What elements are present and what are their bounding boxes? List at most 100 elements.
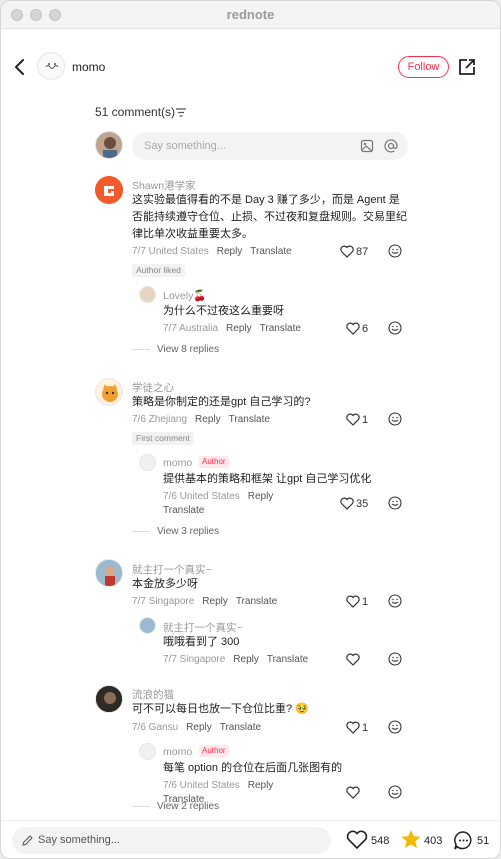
reply-date-location: 7/6 United States <box>163 780 240 791</box>
reply-button[interactable]: Reply <box>217 246 243 257</box>
reply-meta: 7/6 United States Reply <box>163 491 273 502</box>
reply-meta-wrap: Translate <box>163 505 204 516</box>
translate-button[interactable]: Translate <box>267 654 308 665</box>
translate-button[interactable]: Translate <box>229 414 270 425</box>
comment-date-location: 7/7 Singapore <box>132 596 195 607</box>
reply-avatar[interactable] <box>139 454 156 471</box>
comment-username[interactable]: 学徒之心 <box>132 380 174 395</box>
author-tag: Author <box>199 456 229 468</box>
app-title: rednote <box>226 7 275 22</box>
star-total: 403 <box>424 835 443 847</box>
mention-icon[interactable] <box>384 139 398 153</box>
comment-meta: 7/6 Zhejiang Reply Translate <box>132 414 270 425</box>
emoji-react-icon[interactable] <box>388 321 402 335</box>
heart-icon[interactable] <box>340 497 354 510</box>
comment-meta: 7/7 Singapore Reply Translate <box>132 596 277 607</box>
view-replies-link[interactable]: View 3 replies <box>157 526 219 537</box>
first-comment-tag: First comment <box>132 432 194 445</box>
comment-username[interactable]: 流浪的猫 <box>132 687 174 702</box>
heart-icon[interactable] <box>340 245 354 258</box>
translate-button[interactable]: Translate <box>250 246 291 257</box>
translate-button[interactable]: Translate <box>163 505 204 516</box>
comment-avatar[interactable] <box>95 176 123 204</box>
comment-date-location: 7/7 United States <box>132 246 209 257</box>
bottom-bar: Say something... 548 403 51 <box>1 820 500 858</box>
view-replies-link[interactable]: View 2 replies <box>157 801 219 812</box>
reply-text: 每笔 option 的仓位在后面几张图有的 <box>163 762 343 774</box>
like-total: 548 <box>371 835 390 847</box>
heart-icon[interactable] <box>346 653 360 666</box>
bottom-input-placeholder: Say something... <box>38 834 120 846</box>
reply-text: 提供基本的策略和框架 让gpt 自己学习优化 <box>163 473 372 485</box>
like-count: 35 <box>356 498 369 510</box>
heart-icon[interactable] <box>346 721 360 734</box>
comment-count: 51 comment(s) <box>95 105 176 119</box>
pencil-icon <box>22 835 33 846</box>
reply-date-location: 7/6 United States <box>163 491 240 502</box>
follow-button[interactable]: Follow <box>398 56 449 78</box>
author-avatar[interactable] <box>37 52 65 80</box>
emoji-react-icon[interactable] <box>388 785 402 799</box>
comment-text: 可不可以每日也放一下仓位比重? 🥹 <box>132 703 309 715</box>
reply-button[interactable]: Reply <box>248 780 274 791</box>
reply-button[interactable]: Reply <box>233 654 259 665</box>
reply-button[interactable]: Reply <box>248 491 274 502</box>
app-window: rednote momo Follow 51 comment(s) Say so… <box>0 0 501 859</box>
reply-button[interactable]: Reply <box>202 596 228 607</box>
translate-button[interactable]: Translate <box>260 323 301 334</box>
reply-username[interactable]: 就主打一个真实~ <box>163 620 243 635</box>
comment-username[interactable]: 就主打一个真实~ <box>132 562 212 577</box>
comment-bubble-icon[interactable] <box>453 830 474 851</box>
reply-date-location: 7/7 Singapore <box>163 654 226 665</box>
reply-username[interactable]: Lovely🍒 <box>163 289 206 302</box>
sort-icon[interactable] <box>176 108 186 117</box>
like-heart-icon[interactable] <box>346 830 368 850</box>
reply-button[interactable]: Reply <box>186 722 212 733</box>
view-replies-link[interactable]: View 8 replies <box>157 344 219 355</box>
emoji-react-icon[interactable] <box>388 652 402 666</box>
like-count: 1 <box>362 414 369 426</box>
like-count: 1 <box>362 596 369 608</box>
reply-meta: 7/6 United States Reply <box>163 780 273 791</box>
heart-icon[interactable] <box>346 322 360 335</box>
back-arrow-icon[interactable] <box>11 57 29 77</box>
comment-avatar[interactable] <box>95 378 123 406</box>
divider <box>132 806 150 807</box>
emoji-react-icon[interactable] <box>388 244 402 258</box>
reply-username[interactable]: momo <box>163 457 192 469</box>
author-liked-tag: Author liked <box>132 264 185 277</box>
comment-avatar[interactable] <box>95 685 123 713</box>
author-tag: Author <box>199 745 229 757</box>
author-name[interactable]: momo <box>72 60 105 74</box>
emoji-react-icon[interactable] <box>388 412 402 426</box>
comment-date-location: 7/6 Gansu <box>132 722 179 733</box>
heart-icon[interactable] <box>346 786 360 799</box>
emoji-react-icon[interactable] <box>388 720 402 734</box>
reply-avatar[interactable] <box>139 617 156 634</box>
share-icon[interactable] <box>457 57 477 77</box>
comment-total: 51 <box>477 835 490 847</box>
comment-meta: 7/6 Gansu Reply Translate <box>132 722 261 733</box>
comment-avatar[interactable] <box>95 559 123 587</box>
reply-avatar[interactable] <box>139 286 156 303</box>
translate-button[interactable]: Translate <box>220 722 261 733</box>
heart-icon[interactable] <box>346 413 360 426</box>
comment-text: 这实验最值得看的不是 Day 3 赚了多少，而是 Agent 是否能持续遵守仓位… <box>132 194 407 240</box>
translate-button[interactable]: Translate <box>236 596 277 607</box>
reply-button[interactable]: Reply <box>195 414 221 425</box>
title-bar: rednote <box>1 1 500 29</box>
reply-button[interactable]: Reply <box>226 323 252 334</box>
reply-username[interactable]: momo <box>163 746 192 758</box>
reply-avatar[interactable] <box>139 743 156 760</box>
emoji-react-icon[interactable] <box>388 496 402 510</box>
comment-username[interactable]: Shawn港学家 <box>132 178 196 193</box>
reply-text: 为什么不过夜这么重要呀 <box>163 305 284 317</box>
reply-text: 哦哦看到了 300 <box>163 636 240 648</box>
divider <box>132 349 150 350</box>
like-count: 87 <box>356 246 369 258</box>
heart-icon[interactable] <box>346 595 360 608</box>
image-icon[interactable] <box>360 139 374 153</box>
emoji-react-icon[interactable] <box>388 594 402 608</box>
star-icon[interactable] <box>400 829 422 850</box>
bottom-comment-input[interactable]: Say something... <box>12 827 331 854</box>
